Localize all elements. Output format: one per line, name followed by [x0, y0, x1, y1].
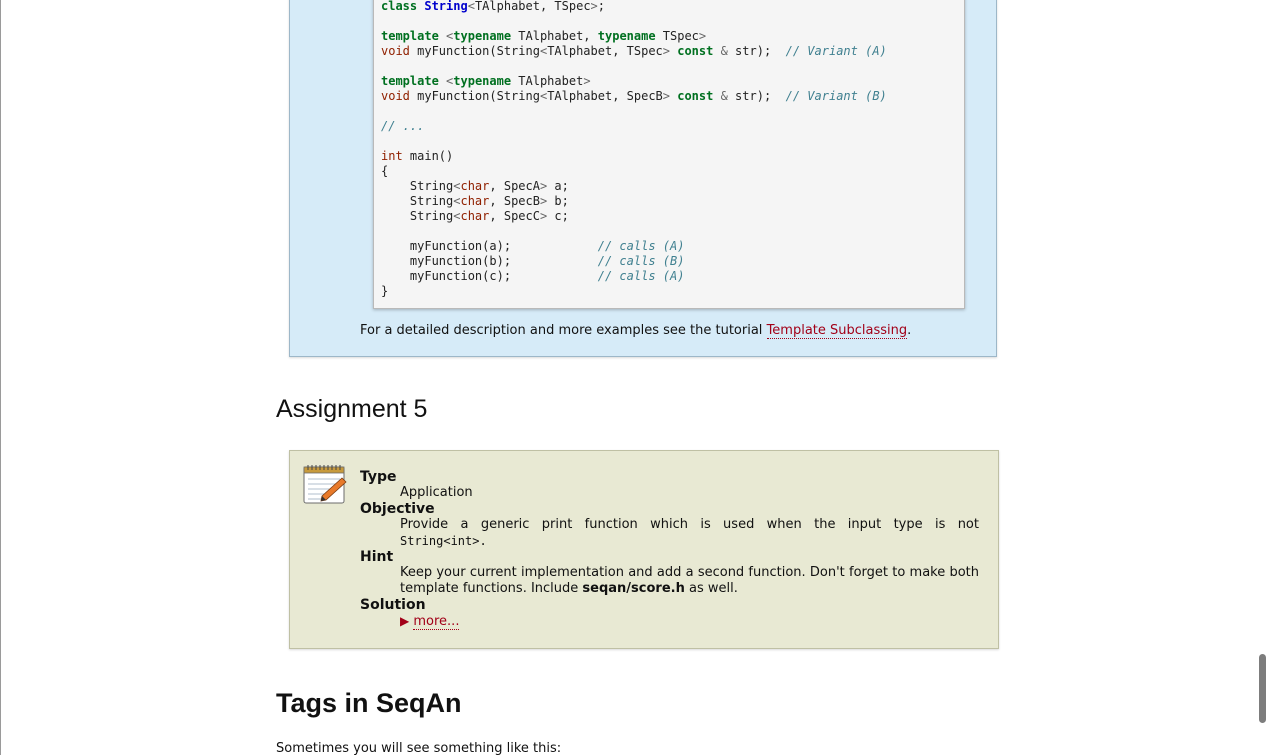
- code-token: String: [381, 194, 454, 208]
- code-token: str);: [727, 44, 786, 58]
- solution-label: Solution: [360, 597, 426, 613]
- hint-value: Keep your current implementation and add…: [400, 565, 979, 597]
- code-token: , SpecB: [489, 194, 540, 208]
- objective-value: Provide a generic print function which i…: [400, 517, 979, 532]
- code-token: template: [381, 29, 439, 43]
- code-token: }: [381, 284, 389, 298]
- code-token: // Variant (A): [785, 44, 887, 58]
- code-token: >: [662, 44, 678, 58]
- note-text-after: .: [907, 323, 912, 338]
- template-subclassing-link[interactable]: Template Subclassing: [766, 323, 908, 339]
- code-token: >: [662, 89, 678, 103]
- code-line: int main(): [381, 149, 453, 164]
- notepad-pencil-icon: [303, 465, 347, 504]
- expand-triangle-icon: ▶: [400, 614, 410, 628]
- code-line: String<char, SpecB> b;: [381, 194, 569, 209]
- code-token: &: [720, 89, 728, 103]
- code-token: myFunction(String: [409, 89, 540, 103]
- code-token: typename: [453, 74, 512, 88]
- code-token: void: [381, 89, 410, 103]
- objective-label: Objective: [360, 501, 435, 517]
- hint-header-name: seqan/score.h: [582, 581, 685, 596]
- code-token: // calls (B): [597, 254, 685, 268]
- code-line: // ...: [381, 119, 424, 134]
- code-line: String<char, SpecC> c;: [381, 209, 569, 224]
- code-line: myFunction(a); // calls (A): [381, 239, 685, 254]
- code-token: myFunction(String: [409, 44, 540, 58]
- code-token: String: [381, 209, 454, 223]
- code-token: ;: [597, 0, 606, 13]
- code-token: >: [590, 0, 598, 13]
- code-token: >: [583, 74, 591, 88]
- code-token: // calls (A): [597, 239, 685, 253]
- code-token: <: [467, 0, 475, 13]
- code-token: TAlphabet, TSpec: [474, 0, 591, 13]
- code-token: TAlphabet: [511, 74, 584, 88]
- code-token: myFunction(a);: [381, 239, 598, 253]
- code-token: typename: [597, 29, 656, 43]
- code-token: myFunction(b);: [381, 254, 598, 268]
- code-token: TSpec: [655, 29, 699, 43]
- code-token: String: [381, 179, 454, 193]
- code-token: TAlphabet, SpecB: [547, 89, 663, 103]
- code-token: main(): [402, 149, 454, 163]
- note-text-before: For a detailed description and more exam…: [360, 323, 767, 338]
- code-line: class String<TAlphabet, TSpec>;: [381, 0, 605, 14]
- tags-heading: Tags in SeqAn: [276, 688, 462, 718]
- code-token: TAlphabet,: [511, 29, 598, 43]
- tags-intro: Sometimes you will see something like th…: [276, 741, 562, 755]
- hint-text-after: as well.: [684, 581, 738, 596]
- type-label: Type: [360, 469, 397, 485]
- scrollbar[interactable]: [1257, 0, 1268, 755]
- code-line: template <typename TAlphabet>: [381, 74, 591, 89]
- code-token: class: [381, 0, 418, 13]
- code-line: void myFunction(String<TAlphabet, SpecB>…: [381, 89, 887, 104]
- solution-more-toggle[interactable]: ▶ more...: [400, 613, 460, 630]
- page: template < typename TAlphabet, typename T…: [0, 0, 1268, 755]
- code-token: const: [677, 89, 714, 103]
- code-line: myFunction(c); // calls (A): [381, 269, 685, 284]
- code-token: template: [381, 74, 439, 88]
- objective-code: String<int>.: [400, 534, 487, 548]
- code-token: c;: [547, 209, 569, 223]
- code-token: void: [381, 44, 410, 58]
- code-token: // ...: [381, 119, 425, 133]
- hint-label: Hint: [360, 549, 394, 565]
- code-token: a;: [547, 179, 569, 193]
- scrollbar-thumb[interactable]: [1259, 654, 1266, 723]
- code-token: // Variant (B): [785, 89, 887, 103]
- code-token: , SpecA: [489, 179, 540, 193]
- code-line: myFunction(b); // calls (B): [381, 254, 685, 269]
- code-line: template <typename TAlphabet, typename T…: [381, 29, 706, 44]
- code-token: str);: [727, 89, 786, 103]
- code-token: int: [381, 149, 403, 163]
- code-token: char: [460, 179, 490, 193]
- code-token: myFunction(c);: [381, 269, 598, 283]
- code-token: >: [698, 29, 707, 43]
- code-line: void myFunction(String<TAlphabet, TSpec>…: [381, 44, 887, 59]
- assignment-heading: Assignment 5: [276, 395, 428, 423]
- code-token: typename: [453, 29, 512, 43]
- code-token: b;: [547, 194, 569, 208]
- code-token: , SpecC: [489, 209, 540, 223]
- code-block: template < typename TAlphabet, typename T…: [373, 0, 965, 309]
- code-line: }: [381, 284, 388, 299]
- note-text: For a detailed description and more exam…: [360, 323, 911, 339]
- type-value: Application: [400, 485, 473, 500]
- code-line: String<char, SpecA> a;: [381, 179, 569, 194]
- code-line: {: [381, 164, 388, 179]
- code-token: &: [720, 44, 728, 58]
- more-label: more...: [413, 614, 460, 630]
- code-token: {: [381, 164, 389, 178]
- code-token: // calls (A): [597, 269, 685, 283]
- code-token: TAlphabet, TSpec: [547, 44, 663, 58]
- code-token: String: [424, 0, 468, 13]
- code-token: char: [460, 209, 490, 223]
- code-token: char: [460, 194, 490, 208]
- code-token: const: [677, 44, 714, 58]
